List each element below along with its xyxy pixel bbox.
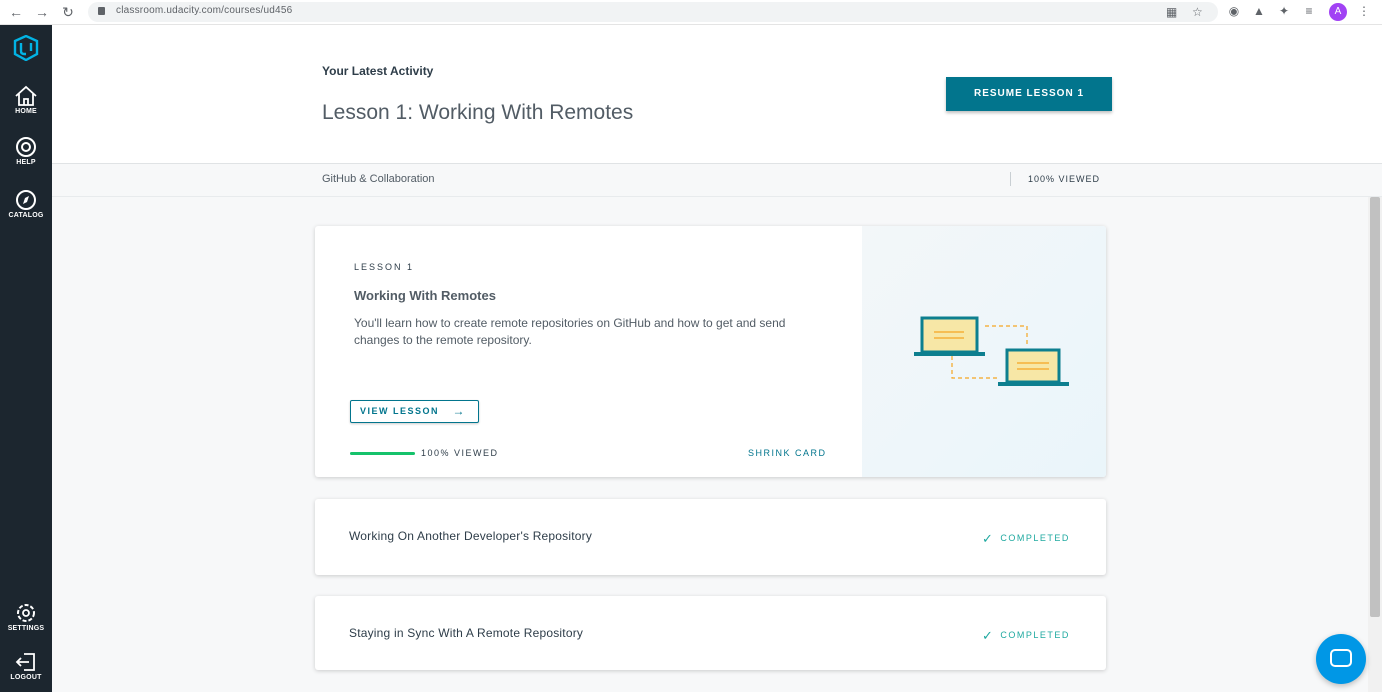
progress-label: 100% VIEWED: [421, 448, 499, 458]
course-name: GitHub & Collaboration: [322, 173, 435, 185]
reload-icon[interactable]: ↻: [60, 4, 76, 20]
gear-icon: [17, 604, 35, 622]
progress-bar: [350, 452, 415, 455]
sidebar: HOME HELP CATALOG SETTINGS LOGOUT: [0, 25, 52, 692]
shrink-card-link[interactable]: SHRINK CARD: [748, 448, 827, 458]
checkmark-icon: ✓: [982, 531, 995, 546]
lesson-row[interactable]: Working On Another Developer's Repositor…: [315, 499, 1106, 575]
lesson-card: LESSON 1 Working With Remotes You'll lea…: [315, 226, 1106, 477]
url-text: classroom.udacity.com/courses/ud456: [116, 5, 293, 16]
compass-icon: [16, 190, 36, 210]
chat-icon: [1330, 649, 1352, 667]
sidebar-item-catalog[interactable]: CATALOG: [0, 189, 52, 219]
sidebar-item-label: HELP: [16, 159, 36, 166]
sidebar-item-home[interactable]: HOME: [0, 85, 52, 115]
menu-dots-icon[interactable]: ⋮: [1357, 4, 1371, 18]
lifebuoy-icon: [16, 137, 36, 157]
laptops-illustration-icon: [914, 316, 1069, 386]
puzzle-icon[interactable]: ✦: [1277, 4, 1291, 18]
forward-icon[interactable]: →: [34, 4, 50, 20]
latest-activity-header: Your Latest Activity Lesson 1: Working W…: [52, 25, 1382, 163]
completed-label: COMPLETED: [1000, 630, 1070, 640]
course-viewed-status: 100% VIEWED: [1028, 174, 1101, 184]
home-icon: [15, 85, 37, 106]
lesson-description: You'll learn how to create remote reposi…: [354, 316, 786, 347]
scrollbar[interactable]: [1368, 197, 1382, 692]
sidebar-item-settings[interactable]: SETTINGS: [0, 602, 52, 632]
checkmark-icon: ✓: [982, 628, 995, 643]
scrollbar-thumb[interactable]: [1370, 197, 1380, 617]
completed-status: ✓ COMPLETED: [982, 529, 1070, 546]
arrow-right-icon: →: [452, 404, 466, 418]
progress-fill: [350, 452, 415, 455]
back-icon[interactable]: ←: [8, 4, 24, 20]
address-bar[interactable]: classroom.udacity.com/courses/ud456 ▦ ☆: [88, 2, 1218, 22]
lesson-illustration: [862, 226, 1106, 477]
udacity-logo-icon[interactable]: [12, 35, 40, 61]
sidebar-item-help[interactable]: HELP: [0, 136, 52, 166]
lesson-row-title: Working On Another Developer's Repositor…: [349, 529, 593, 543]
sidebar-item-logout[interactable]: LOGOUT: [0, 651, 52, 681]
extension-icon[interactable]: ◉: [1227, 4, 1241, 18]
lock-icon: [98, 7, 105, 15]
completed-label: COMPLETED: [1000, 533, 1070, 543]
sidebar-item-label: LOGOUT: [10, 674, 42, 681]
divider: [1010, 172, 1011, 186]
logout-icon: [15, 653, 35, 671]
extension-icon[interactable]: ▲: [1252, 4, 1266, 18]
lesson-row-title: Staying in Sync With A Remote Repository: [349, 626, 584, 640]
bookmark-star-icon[interactable]: ☆: [1192, 5, 1203, 19]
sidebar-item-label: CATALOG: [8, 212, 44, 219]
lesson-number: LESSON 1: [354, 262, 415, 272]
latest-activity-label: Your Latest Activity: [322, 64, 434, 78]
lesson-card-title: Working With Remotes: [354, 288, 496, 303]
course-breadcrumb-bar: GitHub & Collaboration 100% VIEWED: [52, 163, 1382, 197]
profile-avatar[interactable]: A: [1329, 3, 1347, 21]
page-title: Lesson 1: Working With Remotes: [322, 101, 634, 124]
view-lesson-button[interactable]: VIEW LESSON →: [350, 400, 479, 423]
browser-toolbar: ← → ↻ classroom.udacity.com/courses/ud45…: [0, 0, 1382, 25]
lesson-row[interactable]: Staying in Sync With A Remote Repository…: [315, 596, 1106, 670]
sidebar-item-label: HOME: [15, 108, 37, 115]
sidebar-item-label: SETTINGS: [7, 625, 45, 632]
completed-status: ✓ COMPLETED: [982, 626, 1070, 643]
view-lesson-label: VIEW LESSON: [360, 406, 440, 416]
media-icon[interactable]: ≡: [1302, 4, 1316, 18]
lesson-card-content: LESSON 1 Working With Remotes You'll lea…: [315, 226, 862, 477]
chat-button[interactable]: [1316, 634, 1366, 684]
translate-icon[interactable]: ▦: [1166, 5, 1177, 19]
resume-lesson-button[interactable]: RESUME LESSON 1: [946, 77, 1112, 111]
